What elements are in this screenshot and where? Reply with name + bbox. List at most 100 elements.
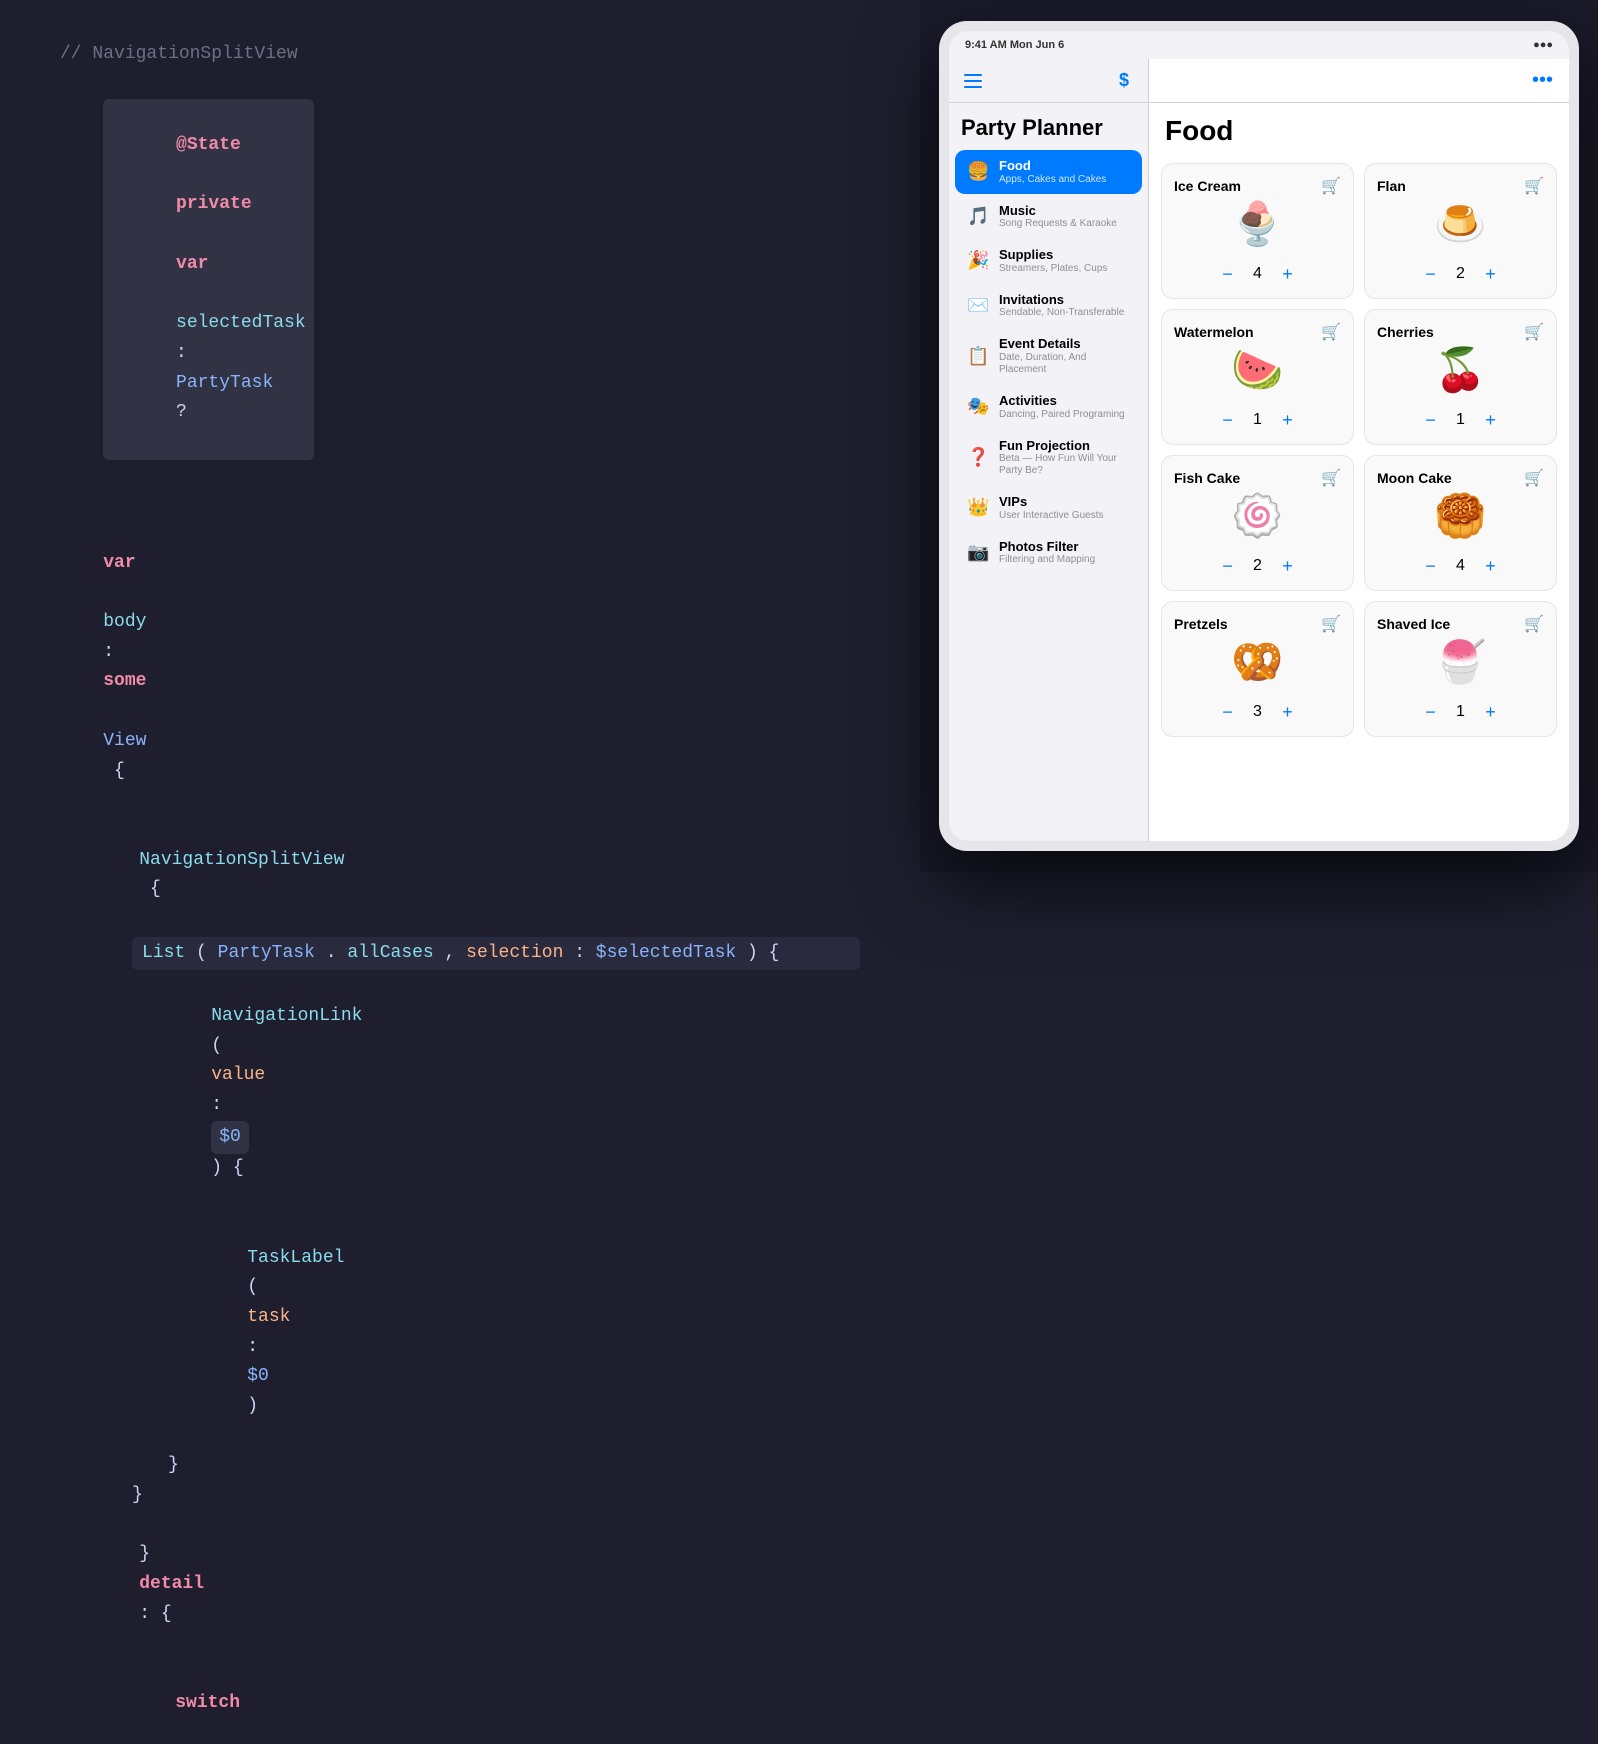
food-stepper: − 2 + bbox=[1216, 554, 1300, 578]
cart-icon[interactable]: 🛒 bbox=[1524, 468, 1544, 488]
food-stepper: − 4 + bbox=[1216, 262, 1300, 286]
stepper-minus-button[interactable]: − bbox=[1419, 262, 1443, 286]
sidebar-item-sub-photos: Filtering and Mapping bbox=[999, 554, 1130, 566]
code-line-3: var body : some View { bbox=[60, 519, 860, 816]
food-stepper: − 1 + bbox=[1419, 700, 1503, 724]
status-time: 9:41 AM Mon Jun 6 bbox=[965, 39, 1064, 51]
sidebar-icon-supplies: 🎉 bbox=[967, 250, 989, 271]
sidebar-item-text-food: Food Apps, Cakes and Cakes bbox=[999, 158, 1130, 186]
code-blank bbox=[60, 489, 860, 519]
food-emoji: 🥨 bbox=[1231, 644, 1283, 686]
wifi-icon: ●●● bbox=[1533, 39, 1553, 51]
sidebar-items-list: 🍔 Food Apps, Cakes and Cakes 🎵 Music Son… bbox=[949, 149, 1148, 575]
sidebar-item-title-activities: Activities bbox=[999, 393, 1130, 409]
stepper-count: 1 bbox=[1453, 411, 1469, 429]
sidebar-title: Party Planner bbox=[949, 103, 1148, 149]
sidebar-item-supplies[interactable]: 🎉 Supplies Streamers, Plates, Cups bbox=[955, 239, 1142, 283]
sidebar-item-activities[interactable]: 🎭 Activities Dancing, Paired Programing bbox=[955, 385, 1142, 429]
code-line-6: NavigationLink ( value : $0 ) { bbox=[168, 972, 860, 1214]
code-line-comment: // NavigationSplitView bbox=[60, 40, 860, 70]
food-card-header: Shaved Ice 🛒 bbox=[1377, 614, 1544, 634]
food-stepper: − 2 + bbox=[1419, 262, 1503, 286]
food-emoji: 🍥 bbox=[1231, 498, 1283, 540]
food-card-name: Fish Cake bbox=[1174, 470, 1240, 486]
sidebar-item-sub-vips: User Interactive Guests bbox=[999, 510, 1130, 522]
sidebar-item-vips[interactable]: 👑 VIPs User Interactive Guests bbox=[955, 486, 1142, 530]
sidebar-icon-photos: 📷 bbox=[967, 542, 989, 563]
sidebar-item-sub-supplies: Streamers, Plates, Cups bbox=[999, 263, 1130, 275]
sidebar-item-sub-events: Date, Duration, And Placement bbox=[999, 352, 1130, 376]
food-emoji: 🍨 bbox=[1231, 206, 1283, 248]
stepper-count: 1 bbox=[1453, 703, 1469, 721]
food-card-name: Shaved Ice bbox=[1377, 616, 1450, 632]
sidebar-toggle-button[interactable] bbox=[961, 69, 985, 93]
sidebar-item-title-events: Event Details bbox=[999, 336, 1130, 352]
sidebar-item-sub-food: Apps, Cakes and Cakes bbox=[999, 174, 1130, 186]
sidebar-item-title-invites: Invitations bbox=[999, 292, 1130, 308]
code-line-11: switch selectedTask { bbox=[132, 1659, 860, 1744]
stepper-plus-button[interactable]: + bbox=[1479, 554, 1503, 578]
code-line-1: @State private var selectedTask : PartyT… bbox=[60, 70, 860, 490]
cart-icon[interactable]: 🛒 bbox=[1321, 468, 1341, 488]
cart-icon[interactable]: 🛒 bbox=[1524, 176, 1544, 196]
main-title: Food bbox=[1149, 103, 1569, 155]
sidebar-item-text-events: Event Details Date, Duration, And Placem… bbox=[999, 336, 1130, 376]
stepper-minus-button[interactable]: − bbox=[1216, 262, 1240, 286]
sidebar-icon-activities: 🎭 bbox=[967, 396, 989, 417]
sidebar-icon-events: 📋 bbox=[967, 346, 989, 367]
stepper-plus-button[interactable]: + bbox=[1479, 408, 1503, 432]
stepper-minus-button[interactable]: − bbox=[1216, 700, 1240, 724]
sidebar-item-text-invites: Invitations Sendable, Non-Transferable bbox=[999, 292, 1130, 320]
stepper-plus-button[interactable]: + bbox=[1276, 554, 1300, 578]
food-card-name: Watermelon bbox=[1174, 324, 1254, 340]
sidebar-item-text-photos: Photos Filter Filtering and Mapping bbox=[999, 539, 1130, 567]
sidebar-item-food[interactable]: 🍔 Food Apps, Cakes and Cakes bbox=[955, 150, 1142, 194]
food-stepper: − 4 + bbox=[1419, 554, 1503, 578]
food-card-header: Watermelon 🛒 bbox=[1174, 322, 1341, 342]
sidebar-dollar-button[interactable]: $ bbox=[1112, 69, 1136, 93]
sidebar-icon-food: 🍔 bbox=[967, 161, 989, 182]
food-card-pretzels: Pretzels 🛒 🥨 − 3 + bbox=[1161, 601, 1354, 737]
sidebar-item-sub-music: Song Requests & Karaoke bbox=[999, 218, 1130, 230]
more-options-icon[interactable]: ••• bbox=[1532, 69, 1553, 92]
stepper-minus-button[interactable]: − bbox=[1419, 408, 1443, 432]
sidebar-item-sub-fun: Beta — How Fun Will Your Party Be? bbox=[999, 453, 1130, 477]
cart-icon[interactable]: 🛒 bbox=[1321, 176, 1341, 196]
sidebar-item-sub-invites: Sendable, Non-Transferable bbox=[999, 307, 1130, 319]
sidebar-item-music[interactable]: 🎵 Music Song Requests & Karaoke bbox=[955, 195, 1142, 239]
sidebar-item-text-fun: Fun Projection Beta — How Fun Will Your … bbox=[999, 438, 1130, 478]
sidebar-item-title-vips: VIPs bbox=[999, 494, 1130, 510]
cart-icon[interactable]: 🛒 bbox=[1321, 614, 1341, 634]
cart-icon[interactable]: 🛒 bbox=[1524, 614, 1544, 634]
stepper-plus-button[interactable]: + bbox=[1479, 700, 1503, 724]
stepper-plus-button[interactable]: + bbox=[1276, 700, 1300, 724]
stepper-minus-button[interactable]: − bbox=[1419, 554, 1443, 578]
cart-icon[interactable]: 🛒 bbox=[1321, 322, 1341, 342]
food-card-shaved-ice: Shaved Ice 🛒 🍧 − 1 + bbox=[1364, 601, 1557, 737]
sidebar-item-text-vips: VIPs User Interactive Guests bbox=[999, 494, 1130, 522]
stepper-plus-button[interactable]: + bbox=[1479, 262, 1503, 286]
stepper-plus-button[interactable]: + bbox=[1276, 408, 1300, 432]
sidebar-item-text-supplies: Supplies Streamers, Plates, Cups bbox=[999, 247, 1130, 275]
sidebar-item-invites[interactable]: ✉️ Invitations Sendable, Non-Transferabl… bbox=[955, 284, 1142, 328]
app-content: $ Party Planner 🍔 Food Apps, Cakes and C… bbox=[949, 59, 1569, 841]
food-card-header: Fish Cake 🛒 bbox=[1174, 468, 1341, 488]
stepper-plus-button[interactable]: + bbox=[1276, 262, 1300, 286]
sidebar-item-title-music: Music bbox=[999, 203, 1130, 219]
stepper-minus-button[interactable]: − bbox=[1216, 408, 1240, 432]
food-card-name: Cherries bbox=[1377, 324, 1434, 340]
stepper-minus-button[interactable]: − bbox=[1419, 700, 1443, 724]
cart-icon[interactable]: 🛒 bbox=[1524, 322, 1544, 342]
food-card-header: Cherries 🛒 bbox=[1377, 322, 1544, 342]
sidebar-item-photos[interactable]: 📷 Photos Filter Filtering and Mapping bbox=[955, 531, 1142, 575]
stepper-count: 2 bbox=[1250, 557, 1266, 575]
food-card-name: Flan bbox=[1377, 178, 1406, 194]
status-indicators: ●●● bbox=[1533, 39, 1553, 51]
sidebar-item-events[interactable]: 📋 Event Details Date, Duration, And Plac… bbox=[955, 328, 1142, 384]
stepper-count: 3 bbox=[1250, 703, 1266, 721]
stepper-minus-button[interactable]: − bbox=[1216, 554, 1240, 578]
sidebar-item-fun[interactable]: ❓ Fun Projection Beta — How Fun Will You… bbox=[955, 430, 1142, 486]
food-card-header: Ice Cream 🛒 bbox=[1174, 176, 1341, 196]
sidebar-icon-music: 🎵 bbox=[967, 206, 989, 227]
sidebar-item-title-fun: Fun Projection bbox=[999, 438, 1130, 454]
